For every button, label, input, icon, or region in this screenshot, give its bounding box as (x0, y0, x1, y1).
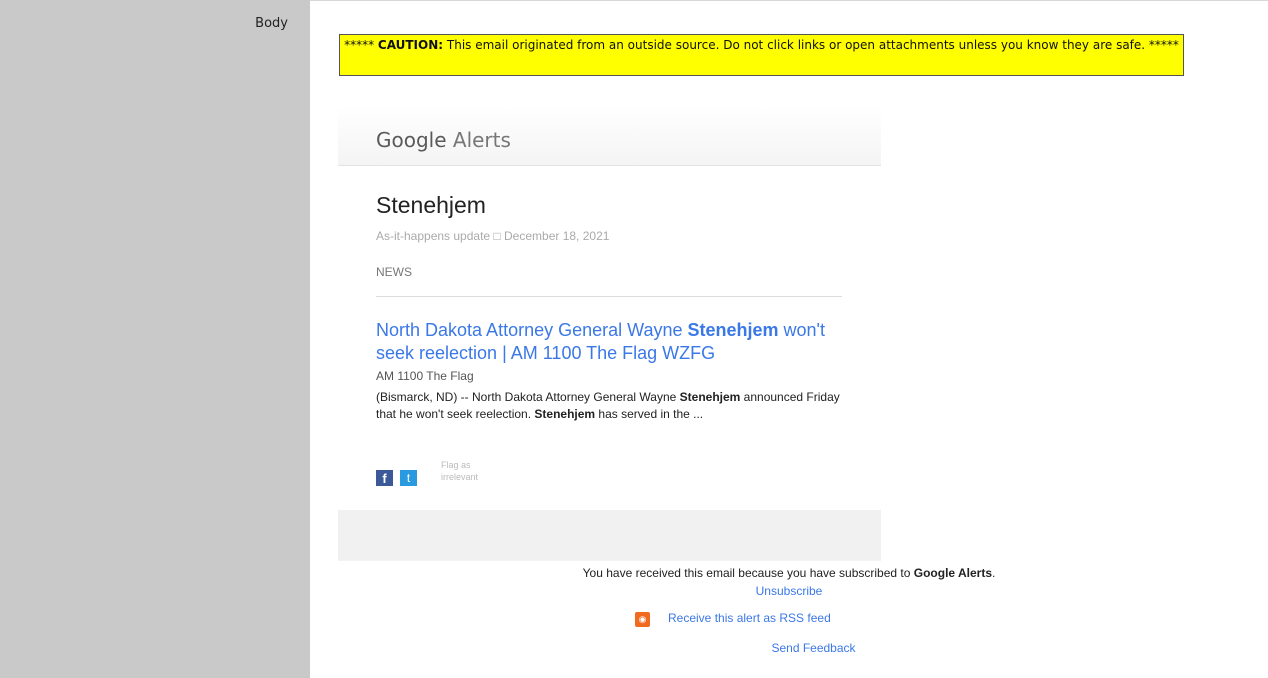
send-feedback-link[interactable]: Send Feedback (310, 641, 1268, 655)
caution-banner: ***** CAUTION: This email originated fro… (339, 34, 1184, 76)
article-source: AM 1100 The Flag (376, 369, 474, 383)
google-alerts-logo: Google Alerts (376, 128, 511, 152)
caution-text: This email originated from an outside so… (443, 38, 1179, 52)
twitter-share-icon[interactable]: t (400, 470, 417, 486)
section-label: NEWS (376, 265, 412, 279)
field-label-column: Body (0, 0, 310, 678)
unsubscribe-link[interactable]: Unsubscribe (310, 584, 1268, 598)
subscription-notice: You have received this email because you… (582, 566, 996, 580)
body-field-label: Body (255, 16, 288, 31)
rss-feed-link[interactable]: Receive this alert as RSS feed (668, 611, 831, 625)
separator-icon: □ (493, 229, 501, 243)
section-divider (376, 296, 842, 297)
flag-irrelevant-link[interactable]: Flag as irrelevant (441, 459, 501, 483)
alert-query-title: Stenehjem (376, 192, 486, 218)
article-snippet: (Bismarck, ND) -- North Dakota Attorney … (376, 390, 840, 421)
article-headline-link[interactable]: North Dakota Attorney General Wayne Sten… (376, 319, 846, 365)
alert-card-footer (338, 510, 881, 560)
caution-label: CAUTION: (377, 38, 444, 52)
facebook-share-icon[interactable]: f (376, 470, 393, 486)
rss-icon[interactable]: ◉ (635, 612, 650, 627)
top-border (310, 0, 1268, 1)
alert-meta: As-it-happens update □ December 18, 2021 (376, 229, 610, 243)
